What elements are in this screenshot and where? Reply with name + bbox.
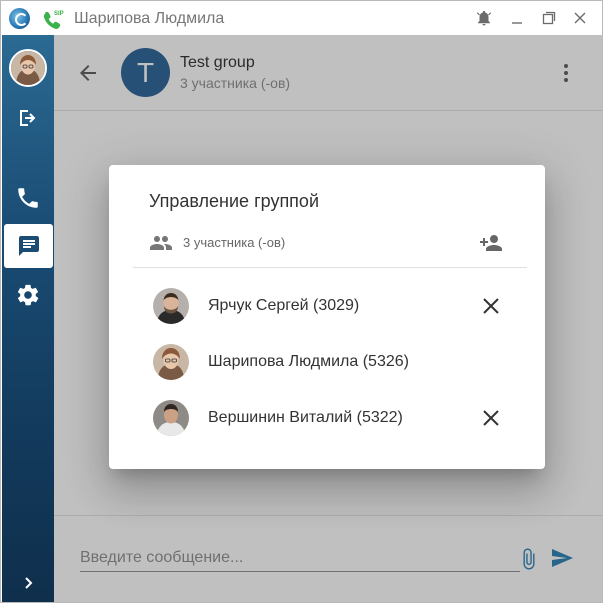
group-icon (150, 236, 172, 250)
avatar (9, 49, 47, 87)
sidebar-item-logout[interactable] (2, 96, 54, 140)
remove-member-icon[interactable] (479, 294, 503, 318)
logout-icon (20, 110, 36, 126)
close-window-button[interactable] (569, 7, 591, 29)
sidebar (2, 35, 54, 602)
member-name: Шарипова Людмила (5326) (208, 353, 409, 370)
group-management-dialog: Управление группой 3 участника (-ов) Ярч… (109, 165, 545, 469)
restore-icon (542, 11, 556, 25)
member-row: Вершинин Виталий (5322) (153, 400, 513, 436)
phone-icon (18, 188, 38, 208)
sidebar-item-chats[interactable] (4, 224, 53, 268)
member-name: Ярчук Сергей (3029) (208, 297, 360, 314)
title-bar: SIP Шарипова Людмила (1, 1, 602, 35)
member-row: Ярчук Сергей (3029) (153, 288, 513, 324)
minimize-button[interactable] (506, 7, 528, 29)
sidebar-profile[interactable] (2, 46, 54, 90)
sidebar-item-calls[interactable] (2, 176, 54, 220)
sidebar-expand-button[interactable] (2, 561, 54, 602)
member-row: Шарипова Людмила (5326) (153, 344, 513, 380)
chevron-right-icon (25, 577, 33, 589)
gear-icon (17, 284, 39, 306)
app-logo-icon (9, 8, 30, 29)
close-icon (574, 12, 586, 24)
notification-bell-button[interactable] (473, 7, 495, 29)
maximize-button[interactable] (538, 7, 560, 29)
avatar (153, 400, 189, 436)
chat-icon (18, 236, 39, 256)
member-count-label: 3 участника (-ов) (183, 235, 286, 250)
sidebar-item-settings[interactable] (2, 273, 54, 317)
member-name: Вершинин Виталий (5322) (208, 409, 403, 426)
avatar (153, 288, 189, 324)
minimize-icon (512, 22, 522, 24)
window-title: Шарипова Людмила (74, 10, 225, 27)
remove-member-icon[interactable] (479, 406, 503, 430)
add-person-icon[interactable] (479, 231, 503, 255)
sip-phone-icon: SIP (43, 11, 64, 29)
member-count-row: 3 участника (-ов) (149, 231, 505, 255)
bell-icon (476, 10, 492, 26)
app-window: SIP Шарипова Людмила T Test group 3 учас… (0, 0, 603, 603)
svg-text:SIP: SIP (54, 11, 64, 17)
avatar (153, 344, 189, 380)
divider (133, 267, 527, 268)
dialog-title: Управление группой (149, 191, 319, 211)
